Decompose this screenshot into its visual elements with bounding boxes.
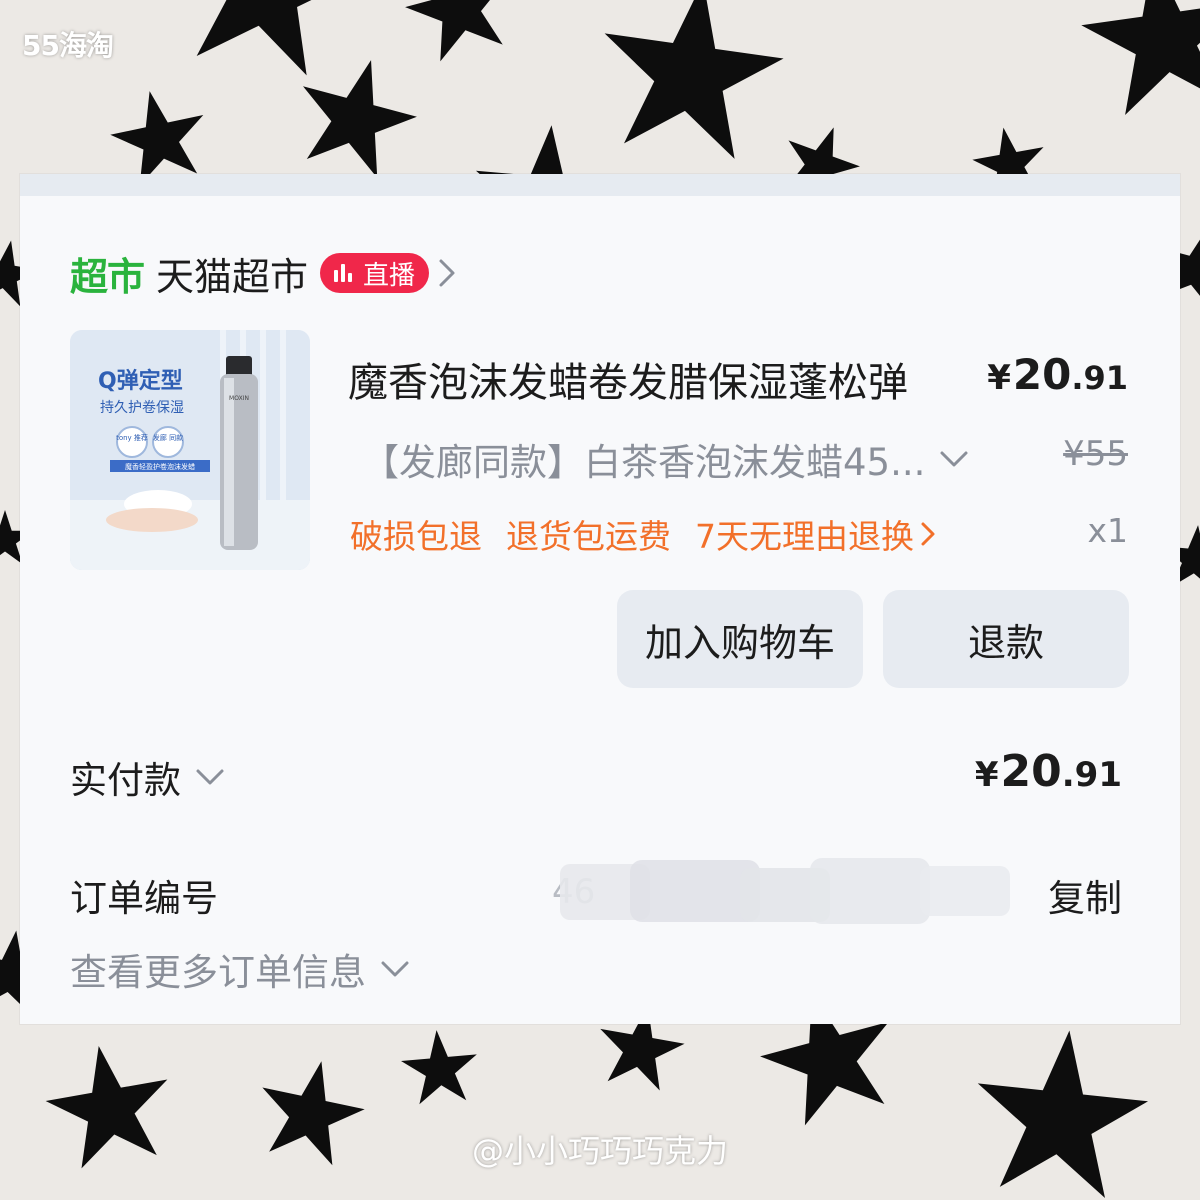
product-image-subline: 持久护卷保湿 xyxy=(100,400,184,416)
product-image[interactable]: MOXIN Q弹定型 持久护卷保湿 tony 推荐 发廊 同款 魔香轻盈护卷泡沫… xyxy=(70,330,310,570)
store-header[interactable]: 超市 天猫超市 直播 xyxy=(70,248,457,299)
product-image-art: MOXIN Q弹定型 持久护卷保湿 tony 推荐 发廊 同款 魔香轻盈护卷泡沫… xyxy=(70,330,310,570)
price-integer: 20 xyxy=(1012,350,1072,399)
service-item: 破损包退 xyxy=(350,517,482,556)
copy-button[interactable]: 复制 xyxy=(1048,868,1122,922)
quantity: x1 xyxy=(1087,511,1128,550)
product-image-tag-salon: 发廊 同款 xyxy=(153,433,183,442)
paid-amount-value: ¥20.91 xyxy=(975,746,1122,797)
live-badge-label: 直播 xyxy=(363,260,416,291)
paid-decimal: .91 xyxy=(1061,755,1122,795)
service-guarantees[interactable]: 破损包退 退货包运费 7天无理由退换 xyxy=(350,510,936,558)
product-image-tag-tony: tony 推荐 xyxy=(116,433,148,442)
store-logo: 超市 xyxy=(70,254,145,299)
price-currency: ¥ xyxy=(987,358,1011,398)
watermark-bottom: @小小巧巧巧克力 xyxy=(471,1132,728,1170)
order-number-redacted: 46 xyxy=(540,858,1020,928)
paid-integer: 20 xyxy=(1000,746,1062,797)
service-item: 退货包运费 xyxy=(506,517,671,556)
paid-currency: ¥ xyxy=(974,755,999,795)
product-price: ¥20.91 xyxy=(987,350,1128,399)
more-order-info-label: 查看更多订单信息 xyxy=(70,951,366,994)
watermark-top-left: 55海淘 xyxy=(22,29,114,62)
add-to-cart-button[interactable]: 加入购物车 xyxy=(617,590,863,688)
chevron-right-icon xyxy=(921,522,935,546)
chevron-down-icon xyxy=(940,451,968,467)
product-title[interactable]: 魔香泡沫发蜡卷发腊保湿蓬松弹 xyxy=(348,350,968,408)
refund-button[interactable]: 退款 xyxy=(883,590,1129,688)
live-bars-icon xyxy=(334,264,355,282)
paid-amount-label: 实付款 xyxy=(70,759,181,802)
live-badge: 直播 xyxy=(320,253,430,293)
chevron-down-icon xyxy=(381,961,409,977)
card-top-band xyxy=(20,174,1180,196)
store-name: 天猫超市 xyxy=(156,254,309,299)
price-decimal: .91 xyxy=(1071,359,1128,397)
product-image-headline: Q弹定型 xyxy=(98,368,183,394)
sku-label: 【发廊同款】白茶香泡沫发蜡45... xyxy=(362,441,926,484)
original-price: ¥55 xyxy=(1063,434,1128,474)
can-brand-text: MOXIN xyxy=(229,395,249,402)
chevron-down-icon xyxy=(196,769,224,785)
redaction-scribble xyxy=(560,858,1010,924)
product-image-banner: 魔香轻盈护卷泡沫发蜡 xyxy=(125,462,195,471)
sku-selector[interactable]: 【发廊同款】白茶香泡沫发蜡45... xyxy=(362,432,969,486)
order-item-card: 超市 天猫超市 直播 MOXIN Q弹定型 持久护卷保湿 tony 推荐 发廊 … xyxy=(20,174,1180,1024)
paid-amount-toggle[interactable]: 实付款 xyxy=(70,750,225,804)
order-number-label: 订单编号 xyxy=(70,877,218,920)
chevron-right-icon[interactable] xyxy=(437,257,457,289)
more-order-info-toggle[interactable]: 查看更多订单信息 xyxy=(70,942,410,996)
service-item: 7天无理由退换 xyxy=(695,517,914,556)
